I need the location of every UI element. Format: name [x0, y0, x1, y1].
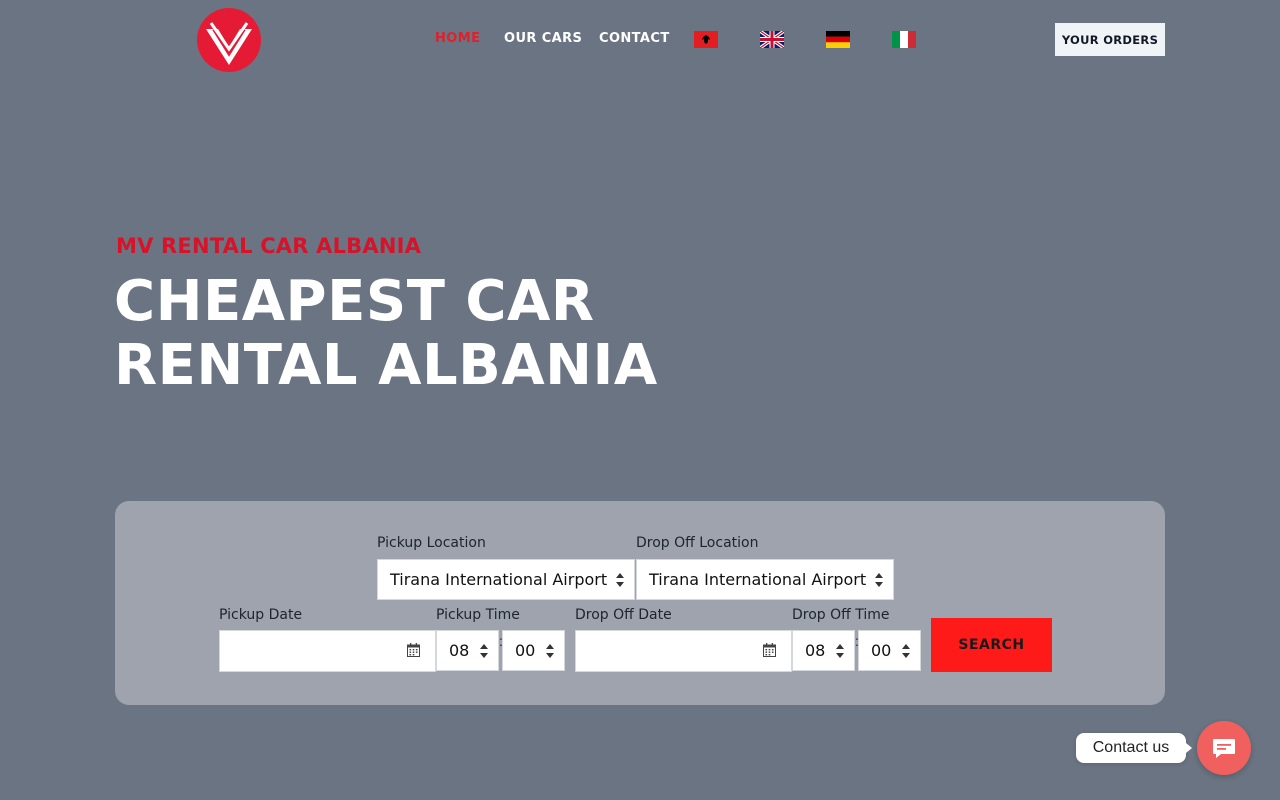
select-arrows-icon: [836, 643, 844, 658]
germany-flag-icon[interactable]: [826, 31, 850, 48]
select-arrows-icon: [546, 643, 554, 658]
dropoff-minute-select[interactable]: 00: [858, 630, 921, 671]
pickup-location-select[interactable]: Tirana International Airport: [377, 559, 635, 600]
pickup-minute-select[interactable]: 00: [502, 630, 565, 671]
dropoff-time-label: Drop Off Time: [792, 607, 890, 623]
pickup-hour-value: 08: [449, 641, 470, 660]
contact-us-label[interactable]: Contact us: [1076, 733, 1192, 763]
dropoff-location-label: Drop Off Location: [636, 535, 759, 551]
nav-our-cars[interactable]: OUR CARS: [504, 30, 582, 48]
dropoff-location-select[interactable]: Tirana International Airport: [636, 559, 894, 600]
logo[interactable]: [196, 7, 262, 73]
select-arrows-icon: [875, 572, 883, 587]
nav-home[interactable]: HOME: [435, 30, 480, 48]
dropoff-location-value: Tirana International Airport: [649, 570, 867, 589]
calendar-icon: [407, 643, 420, 657]
pickup-hour-select[interactable]: 08: [436, 630, 499, 671]
chat-icon: [1213, 739, 1235, 758]
select-arrows-icon: [902, 643, 910, 658]
italy-flag-icon[interactable]: [892, 31, 916, 48]
your-orders-button[interactable]: YOUR ORDERS: [1055, 23, 1165, 56]
dropoff-hour-value: 08: [805, 641, 826, 660]
pickup-location-value: Tirana International Airport: [390, 570, 608, 589]
pickup-minute-value: 00: [515, 641, 536, 660]
dropoff-date-input[interactable]: [575, 630, 792, 672]
albania-flag-icon[interactable]: [694, 31, 718, 48]
select-arrows-icon: [480, 643, 488, 658]
dropoff-date-label: Drop Off Date: [575, 607, 672, 623]
contact-chat-button[interactable]: [1197, 721, 1251, 775]
select-arrows-icon: [616, 572, 624, 587]
pickup-date-input[interactable]: [219, 630, 436, 672]
hero-subtitle: MV RENTAL CAR ALBANIA: [116, 234, 422, 258]
nav-contact[interactable]: CONTACT: [599, 30, 670, 48]
pickup-time-label: Pickup Time: [436, 607, 520, 623]
dropoff-minute-value: 00: [871, 641, 892, 660]
search-button[interactable]: SEARCH: [931, 618, 1052, 672]
hero-title: CHEAPEST CAR RENTAL ALBANIA: [114, 269, 658, 398]
pickup-location-label: Pickup Location: [377, 535, 486, 551]
search-panel: [115, 501, 1165, 705]
mv-logo-icon: [197, 8, 261, 72]
pickup-date-label: Pickup Date: [219, 607, 303, 623]
dropoff-hour-select[interactable]: 08: [792, 630, 855, 671]
calendar-icon: [763, 643, 776, 657]
uk-flag-icon[interactable]: [760, 31, 784, 48]
